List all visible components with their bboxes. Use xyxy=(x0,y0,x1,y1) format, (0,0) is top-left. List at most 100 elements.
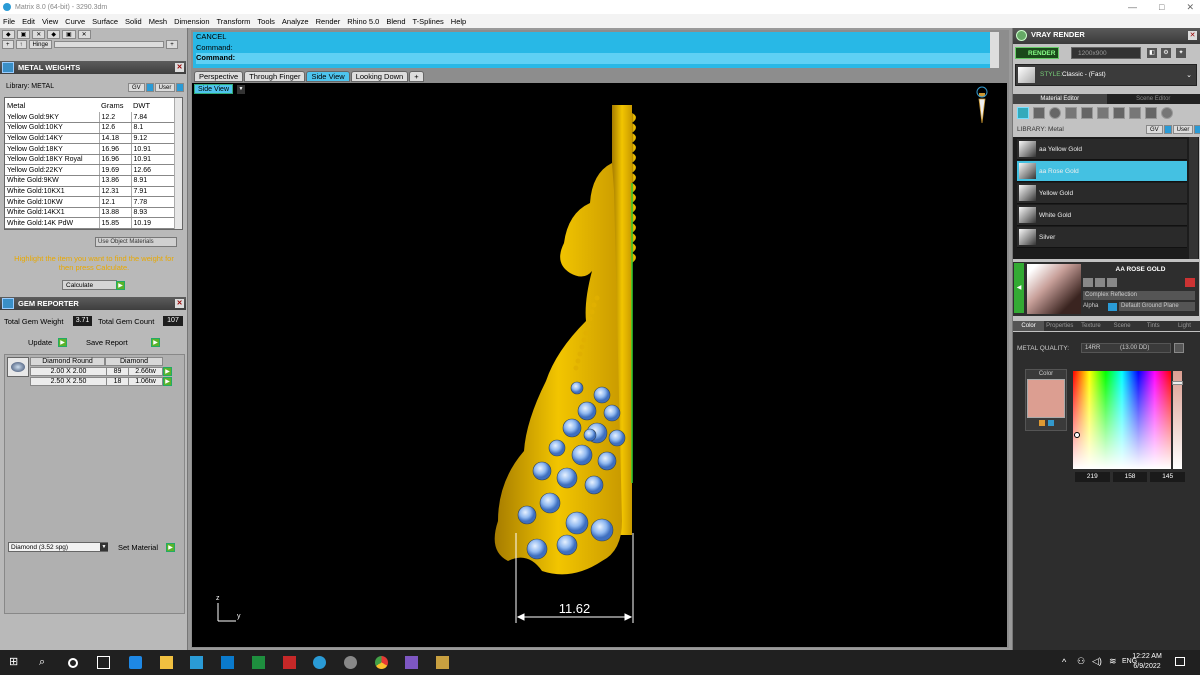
palette-icon[interactable] xyxy=(1047,420,1054,426)
column-header[interactable]: DWT xyxy=(131,98,175,112)
gv-tag[interactable]: GV xyxy=(1146,125,1163,134)
menu-edit[interactable]: Edit xyxy=(22,17,35,26)
close-icon[interactable]: ✕ xyxy=(175,63,184,72)
command-scrollbar[interactable] xyxy=(990,32,999,68)
app-icon[interactable] xyxy=(283,656,296,669)
toolbar-button[interactable]: ▣ xyxy=(16,30,31,39)
clock-time[interactable]: 12:22 AM xyxy=(1130,653,1164,660)
set-material-button[interactable]: Set Material xyxy=(118,543,158,552)
folder-icon[interactable] xyxy=(160,656,173,669)
table-row[interactable]: White Gold:10KW 12.1 7.78 xyxy=(5,196,175,208)
menu-view[interactable]: View xyxy=(42,17,58,26)
user-toggle[interactable] xyxy=(1194,125,1200,134)
green-field[interactable]: 158 xyxy=(1112,472,1148,482)
close-icon[interactable]: ✕ xyxy=(1188,31,1197,40)
menu-render[interactable]: Render xyxy=(316,17,341,26)
gear-icon[interactable]: ✦ xyxy=(1176,48,1186,58)
store-icon[interactable] xyxy=(190,656,203,669)
menu-tools[interactable]: Tools xyxy=(257,17,275,26)
material-item[interactable]: Yellow Gold xyxy=(1017,183,1187,204)
up-arrow-icon[interactable]: ↑ xyxy=(15,40,27,49)
matrix-app-icon[interactable] xyxy=(313,656,326,669)
gv-tag[interactable]: GV xyxy=(128,83,145,92)
plane-tool-icon[interactable] xyxy=(1065,107,1077,119)
brightness-handle[interactable] xyxy=(1172,381,1183,385)
red-field[interactable]: 219 xyxy=(1075,472,1110,482)
brightness-slider[interactable] xyxy=(1172,371,1183,469)
chevron-up-icon[interactable]: ^ xyxy=(1062,657,1066,667)
render-options-icon[interactable]: ◧ xyxy=(1147,48,1157,58)
toolbar-slider[interactable] xyxy=(54,41,165,48)
gem-row-go-icon[interactable]: ▶ xyxy=(163,377,172,386)
reflection-select[interactable]: Complex Reflection xyxy=(1083,291,1195,300)
search-icon[interactable]: ⌕ xyxy=(39,656,52,669)
render-button[interactable]: RENDER xyxy=(1015,47,1059,59)
chevron-down-icon[interactable]: ⌄ xyxy=(1186,71,1192,79)
eyedropper-icon[interactable] xyxy=(1038,420,1045,426)
user-toggle[interactable] xyxy=(176,83,185,92)
notification-icon[interactable] xyxy=(1175,657,1185,666)
table-row[interactable]: White Gold:9KW 13.86 8.91 xyxy=(5,175,175,187)
column-header[interactable]: Metal xyxy=(5,98,99,112)
grid-tool-icon[interactable] xyxy=(1097,107,1109,119)
diamond-tool-icon[interactable] xyxy=(1033,107,1045,119)
material-item[interactable]: Silver xyxy=(1017,227,1187,248)
tab-perspective[interactable]: Perspective xyxy=(194,71,244,82)
tool-icon[interactable] xyxy=(1083,278,1093,287)
menu-solid[interactable]: Solid xyxy=(125,17,142,26)
cortana-icon[interactable] xyxy=(68,658,78,668)
tab-through-finger[interactable]: Through Finger xyxy=(244,71,306,82)
material-item[interactable]: White Gold xyxy=(1017,205,1187,226)
viewport-label[interactable]: Side View xyxy=(194,84,234,94)
table-row[interactable]: Yellow Gold:14KY 14.18 9.12 xyxy=(5,133,175,145)
menu-mesh[interactable]: Mesh xyxy=(149,17,167,26)
pattern-tool-icon[interactable] xyxy=(1113,107,1125,119)
light-bulb-icon[interactable] xyxy=(1161,107,1173,119)
table-row[interactable]: Yellow Gold:18KY 16.96 10.91 xyxy=(5,143,175,155)
tool-icon[interactable] xyxy=(1107,278,1117,287)
network-app-icon[interactable] xyxy=(405,656,418,669)
material-list-scrollbar[interactable] xyxy=(1189,137,1198,259)
volume-icon[interactable]: ◁) xyxy=(1092,656,1102,667)
metal-quality-select[interactable]: 14RR (13.00 DD) xyxy=(1081,343,1171,353)
light-icon[interactable] xyxy=(976,86,988,124)
dots-tool-icon[interactable] xyxy=(1129,107,1141,119)
windows-start-icon[interactable]: ⊞ xyxy=(9,656,22,669)
user-tag[interactable]: User xyxy=(1172,125,1194,134)
style-row[interactable]: STYLE: Classic - (Fast) ⌄ xyxy=(1015,64,1197,86)
people-icon[interactable]: ⚇ xyxy=(1077,656,1085,667)
clock-date[interactable]: 6/9/2022 xyxy=(1130,663,1164,670)
add-tab-button[interactable]: + xyxy=(409,71,424,82)
column-header[interactable]: Grams xyxy=(99,98,131,112)
menu-transform[interactable]: Transform xyxy=(217,17,251,26)
tab-looking-down[interactable]: Looking Down xyxy=(350,71,409,82)
update-go-icon[interactable]: ▶ xyxy=(58,338,67,347)
update-button[interactable]: Update xyxy=(28,338,52,347)
gem-row[interactable]: 2.50 X 2.50 18 1.06tw xyxy=(30,377,163,386)
rhino-icon[interactable] xyxy=(344,656,357,669)
gv-toggle[interactable] xyxy=(1163,125,1172,134)
menu-help[interactable]: Help xyxy=(451,17,466,26)
table-row[interactable]: White Gold:10KX1 12.31 7.91 xyxy=(5,186,175,198)
table-row[interactable]: Yellow Gold:9KY 12.2 7.84 xyxy=(5,112,175,124)
toolbar-button[interactable]: ◆ xyxy=(47,30,60,39)
tab-tints[interactable]: Tints xyxy=(1138,321,1169,331)
hinge-button[interactable]: Hinge xyxy=(28,40,53,49)
metal-quality-options-icon[interactable] xyxy=(1174,343,1184,353)
delete-icon[interactable] xyxy=(1185,278,1195,287)
menu-surface[interactable]: Surface xyxy=(92,17,118,26)
table-row[interactable]: Yellow Gold:22KY 19.69 12.66 xyxy=(5,164,175,177)
texture-tool-icon[interactable] xyxy=(1081,107,1093,119)
chevron-down-icon[interactable]: ▼ xyxy=(100,543,108,551)
material-select[interactable]: Diamond (3.52 spg) xyxy=(8,542,108,552)
edge-icon[interactable] xyxy=(129,656,142,669)
toolbar-button[interactable]: ✕ xyxy=(77,30,91,39)
table-row[interactable]: White Gold:14KX1 13.88 8.93 xyxy=(5,207,175,219)
minimize-button[interactable]: — xyxy=(1128,0,1137,14)
ground-plane-select[interactable]: Default Ground Plane xyxy=(1119,302,1195,311)
color-swatch[interactable] xyxy=(1027,379,1065,418)
menu-curve[interactable]: Curve xyxy=(65,17,85,26)
table-row[interactable]: White Gold:14K PdW 15.85 10.19 xyxy=(5,217,175,229)
collapse-icon[interactable]: ◀ xyxy=(1014,263,1024,313)
save-report-button[interactable]: Save Report xyxy=(86,338,128,347)
